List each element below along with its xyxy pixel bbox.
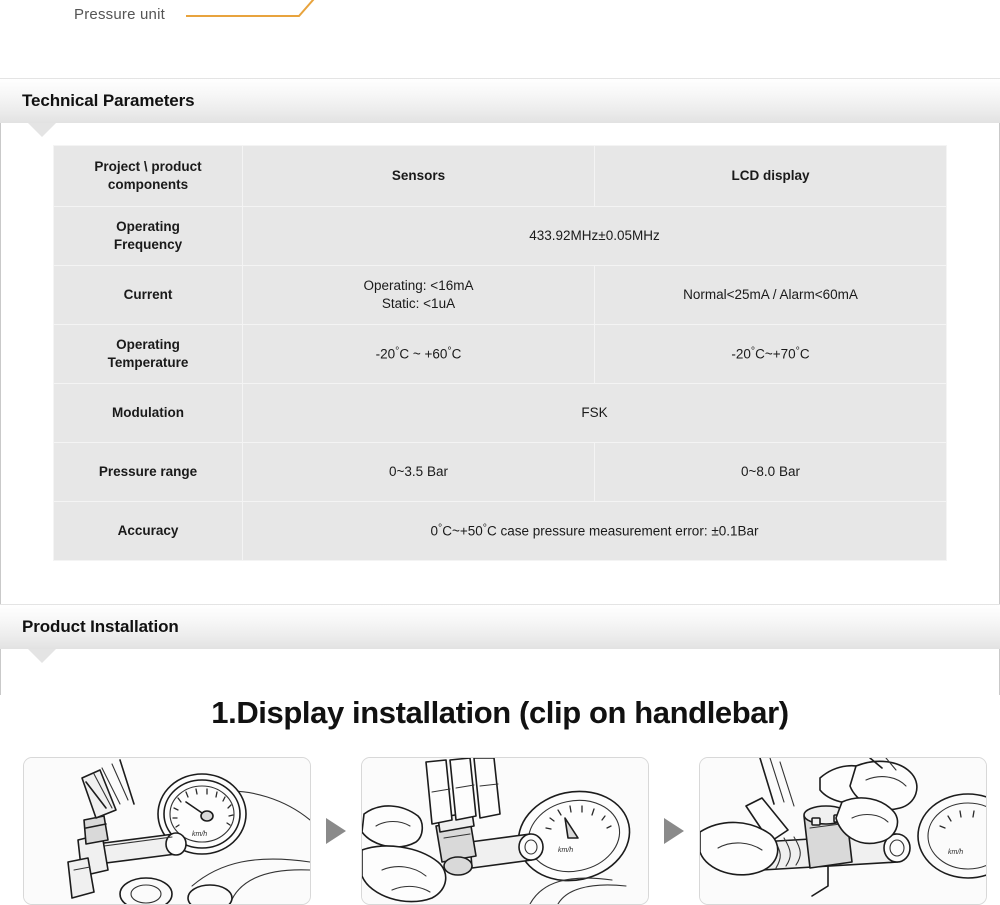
arrow-right-icon — [326, 818, 346, 844]
cell-current-lcd: Normal<25mA / Alarm<60mA — [594, 265, 947, 325]
temp-lcd-end: C — [799, 346, 810, 362]
table-header-components: Project \ product components — [53, 145, 243, 207]
acc-mid: C~+50 — [442, 523, 483, 539]
temp-sensor-mid: C ~ +60 — [399, 346, 448, 362]
hands-tightening-clip-illustration: km/h — [700, 758, 986, 904]
row-label-current: Current — [53, 265, 243, 325]
installation-steps-row: km/h km/h km/h — [0, 757, 1000, 905]
acc-post: C case pressure measurement error: ±0.1B… — [486, 523, 759, 539]
table-row-operating-temperature: Operating Temperature -20°C ~ +60°C -20°… — [53, 324, 947, 384]
section-notch-icon — [28, 649, 56, 663]
cell-frequency-value: 433.92MHz±0.05MHz — [242, 206, 947, 266]
table-row-accuracy: Accuracy 0°C~+50°C case pressure measure… — [53, 501, 947, 561]
section-header-technical-parameters: Technical Parameters — [0, 78, 1000, 137]
cell-accuracy-value: 0°C~+50°C case pressure measurement erro… — [242, 501, 947, 561]
speedometer-unit-text: km/h — [948, 849, 963, 856]
table-row-operating-frequency: Operating Frequency 433.92MHz±0.05MHz — [53, 206, 947, 266]
callout-leader-line — [186, 0, 315, 17]
temp-line1: Operating — [116, 336, 180, 352]
installation-heading: 1.Display installation (clip on handleba… — [211, 695, 789, 730]
section-title-installation: Product Installation — [22, 617, 179, 636]
section-title-technical: Technical Parameters — [22, 91, 195, 110]
acc-pre: 0 — [430, 523, 438, 539]
current-sensor-line1: Operating: <16mA — [363, 277, 474, 293]
row-label-pressure-range: Pressure range — [53, 442, 243, 502]
installation-step-image-1: km/h — [23, 757, 311, 905]
installation-step-image-3: km/h — [699, 757, 987, 905]
callout-strip: Pressure unit — [0, 0, 1000, 78]
speedometer-unit-text: km/h — [192, 831, 207, 838]
spec-table-wrapper: Project \ product components Sensors LCD… — [0, 123, 1000, 561]
hand-placing-clip-illustration: km/h — [362, 758, 648, 904]
step-arrow-2 — [649, 818, 699, 844]
components-line1: Project \ product — [94, 158, 202, 174]
table-row-current: Current Operating: <16mA Static: <1uA No… — [53, 265, 947, 325]
current-sensor-line2: Static: <1uA — [381, 296, 456, 311]
table-header-lcd: LCD display — [594, 145, 947, 207]
temp-lcd-pre: -20 — [731, 346, 751, 362]
cell-pressure-sensors: 0~3.5 Bar — [242, 442, 595, 502]
temp-sensor-pre: -20 — [375, 346, 396, 362]
installation-step-image-2: km/h — [361, 757, 649, 905]
table-row-pressure-range: Pressure range 0~3.5 Bar 0~8.0 Bar — [53, 442, 947, 502]
table-row-header: Project \ product components Sensors LCD… — [53, 145, 947, 207]
row-label-accuracy: Accuracy — [53, 501, 243, 561]
handlebar-speedometer-illustration: km/h — [24, 758, 310, 904]
row-label-modulation: Modulation — [53, 383, 243, 443]
technical-parameters-table: Project \ product components Sensors LCD… — [53, 145, 947, 561]
cell-current-sensors: Operating: <16mA Static: <1uA — [242, 265, 595, 325]
components-line2: components — [107, 177, 189, 192]
arrow-right-icon — [664, 818, 684, 844]
temp-sensor-end: C — [451, 346, 462, 362]
cell-pressure-lcd: 0~8.0 Bar — [594, 442, 947, 502]
step-arrow-1 — [311, 818, 361, 844]
row-label-operating-temperature: Operating Temperature — [53, 324, 243, 384]
section-notch-icon — [28, 123, 56, 137]
pressure-unit-label: Pressure unit — [74, 6, 165, 23]
installation-area: 1.Display installation (clip on handleba… — [0, 695, 1000, 905]
section-header-product-installation: Product Installation — [0, 604, 1000, 663]
temp-lcd-mid: C~+70 — [755, 346, 796, 362]
row-label-operating-frequency: Operating Frequency — [53, 206, 243, 266]
cell-temperature-lcd: -20°C~+70°C — [594, 324, 947, 384]
freq-line1: Operating — [116, 218, 180, 234]
freq-line2: Frequency — [113, 237, 183, 252]
temp-line2: Temperature — [107, 355, 189, 370]
table-header-sensors: Sensors — [242, 145, 595, 207]
cell-modulation-value: FSK — [242, 383, 947, 443]
cell-temperature-sensors: -20°C ~ +60°C — [242, 324, 595, 384]
table-row-modulation: Modulation FSK — [53, 383, 947, 443]
speedometer-unit-text: km/h — [558, 847, 573, 854]
